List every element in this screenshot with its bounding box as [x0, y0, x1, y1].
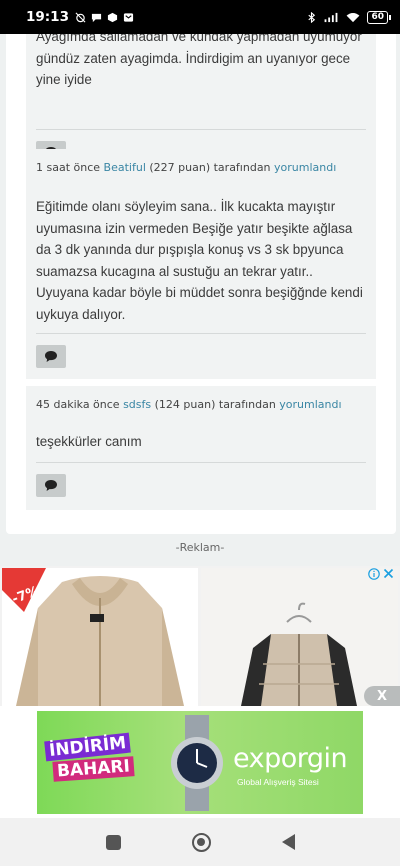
ad-close-icon[interactable] [383, 568, 394, 583]
comment-divider [36, 129, 366, 130]
status-bar: 19:13 60 [0, 0, 400, 34]
speech-bubble-icon [45, 480, 57, 491]
back-button[interactable] [281, 834, 295, 850]
notification-icons [75, 12, 134, 23]
ad-product-card[interactable] [201, 568, 398, 706]
comment-text: teşekkürler canım [36, 434, 142, 449]
home-button[interactable] [191, 832, 211, 852]
speech-bubble-icon [45, 351, 57, 362]
comment-meta: 45 dakika önce sdsfs (124 puan) tarafınd… [36, 398, 342, 411]
status-time: 19:13 [26, 9, 69, 25]
ad-info-icon[interactable] [368, 568, 380, 584]
comment-action-link[interactable]: yorumlandı [279, 398, 341, 411]
ad-dismiss-button[interactable]: X [364, 686, 400, 706]
banner-brand: exporgin [233, 743, 348, 774]
comment-text: Ayağımda sallamadan ve kundak yapmadan u… [36, 34, 362, 87]
banner-subtitle: Global Alışveriş Sitesi [237, 777, 319, 787]
comment-divider [36, 333, 366, 334]
alarm-off-icon [75, 12, 86, 22]
system-icons: 60 [306, 10, 391, 24]
comment-time: 1 saat önce [36, 161, 101, 174]
ad-area: -7% [0, 566, 400, 706]
recent-apps-button[interactable] [105, 834, 121, 850]
bluetooth-icon [308, 11, 316, 23]
comment-points: (227 puan) tarafından [149, 161, 271, 174]
info-icon [368, 568, 380, 580]
watch-image [171, 715, 223, 811]
comments-panel: Ayağımda sallamadan ve kundak yapmadan u… [6, 34, 396, 534]
comment-card: 1 saat önce Beatiful (227 puan) tarafınd… [26, 149, 376, 379]
comment-text: Eğitimde olanı söyleyim sana.. İlk kucak… [36, 199, 363, 322]
comment-meta: 1 saat önce Beatiful (227 puan) tarafınd… [36, 161, 336, 174]
mail-icon [123, 12, 134, 22]
reply-button[interactable] [36, 345, 66, 368]
box-icon [107, 12, 118, 22]
comment-points: (124 puan) tarafından [154, 398, 276, 411]
signal-icon [325, 12, 338, 22]
promo-banner[interactable]: İNDİRİM BAHARI exporgin Global Alışveriş… [37, 711, 363, 814]
bottom-banner-area: İNDİRİM BAHARI exporgin Global Alışveriş… [0, 706, 400, 818]
comment-time: 45 dakika önce [36, 398, 120, 411]
ad-product-card[interactable]: -7% [2, 568, 198, 706]
comment-divider [36, 462, 366, 463]
reply-button[interactable] [36, 474, 66, 497]
comment-card: 45 dakika önce sdsfs (124 puan) tarafınd… [26, 386, 376, 510]
comment-user-link[interactable]: sdsfs [123, 398, 151, 411]
comment-user-link[interactable]: Beatiful [104, 161, 146, 174]
comment-action-link[interactable]: yorumlandı [274, 161, 336, 174]
close-icon [383, 568, 394, 579]
navigation-bar [0, 818, 400, 866]
banner-line2: BAHARI [52, 756, 135, 782]
chat-icon [91, 13, 102, 22]
vest-image [201, 568, 398, 706]
wifi-icon [347, 12, 360, 22]
ad-label: -Reklam- [175, 541, 225, 554]
battery-indicator: 60 [367, 10, 391, 24]
